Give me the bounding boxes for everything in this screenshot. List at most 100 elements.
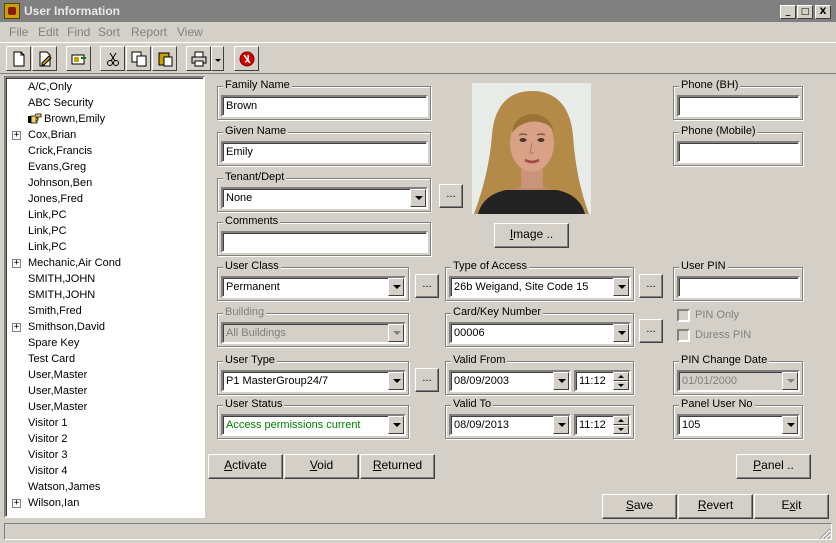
- tree-item[interactable]: Visitor 4: [6, 463, 201, 479]
- title-bar[interactable]: User Information _ □ X: [0, 0, 836, 22]
- tree-item[interactable]: Visitor 2: [6, 431, 201, 447]
- menu-view[interactable]: View: [177, 25, 203, 39]
- tree-item[interactable]: + Smithson,David: [6, 319, 201, 335]
- user-photo: [472, 83, 591, 214]
- returned-button[interactable]: Returned: [360, 454, 435, 479]
- tree-item[interactable]: User,Master: [6, 367, 201, 383]
- tree-item[interactable]: Link,PC: [6, 239, 201, 255]
- valid-to-date-dropdown-arrow[interactable]: [553, 416, 569, 434]
- print-button[interactable]: [186, 46, 211, 71]
- expand-icon[interactable]: +: [12, 499, 21, 508]
- tree-item[interactable]: Jones,Fred: [6, 191, 201, 207]
- card-button[interactable]: [66, 46, 91, 71]
- tree-item[interactable]: Crick,Francis: [6, 143, 201, 159]
- tree-item[interactable]: + Mechanic,Air Cond: [6, 255, 201, 271]
- user-class-browse-button[interactable]: ...: [415, 274, 439, 298]
- tree-item[interactable]: Visitor 1: [6, 415, 201, 431]
- stop-button[interactable]: [234, 46, 259, 71]
- valid-from-date-dropdown-arrow[interactable]: [553, 372, 569, 390]
- given-name-input[interactable]: Emily: [221, 141, 428, 163]
- pin-only-checkbox[interactable]: PIN Only: [677, 309, 777, 323]
- tree-item[interactable]: User,Master: [6, 383, 201, 399]
- tree-item[interactable]: Evans,Greg: [6, 159, 201, 175]
- panel-user-no-dropdown-arrow[interactable]: [782, 416, 798, 434]
- type-of-access-dropdown-arrow[interactable]: [613, 278, 629, 296]
- void-button[interactable]: Void: [284, 454, 359, 479]
- menu-edit[interactable]: Edit: [38, 25, 59, 39]
- pin-only-label: PIN Only: [695, 309, 740, 321]
- tree-item[interactable]: Brown,Emily: [6, 111, 201, 127]
- card-key-browse-button[interactable]: ...: [639, 319, 663, 343]
- menu-report[interactable]: Report: [131, 25, 167, 39]
- user-class-select[interactable]: Permanent: [221, 276, 406, 298]
- close-button[interactable]: X: [815, 5, 831, 19]
- comments-input[interactable]: [221, 231, 428, 253]
- activate-button[interactable]: Activate: [208, 454, 283, 479]
- tree-item[interactable]: Test Card: [6, 351, 201, 367]
- valid-to-time-spinner[interactable]: [613, 416, 629, 434]
- tree-item[interactable]: User,Master: [6, 399, 201, 415]
- user-status-select[interactable]: Access permissions current: [221, 414, 406, 436]
- user-type-dropdown-arrow[interactable]: [388, 372, 404, 390]
- user-type-browse-button[interactable]: ...: [415, 368, 439, 392]
- copy-button[interactable]: [126, 46, 151, 71]
- exit-button[interactable]: Exit: [754, 494, 829, 519]
- pin-only-box[interactable]: [677, 309, 690, 322]
- paste-button[interactable]: [152, 46, 177, 71]
- user-type-select[interactable]: P1 MasterGroup24/7: [221, 370, 406, 392]
- valid-to-time-input[interactable]: 11:12: [574, 414, 631, 436]
- expand-icon[interactable]: +: [12, 323, 21, 332]
- edit-button[interactable]: [32, 46, 57, 71]
- tree-item[interactable]: SMITH,JOHN: [6, 271, 201, 287]
- save-button[interactable]: Save: [602, 494, 677, 519]
- tree-item[interactable]: Johnson,Ben: [6, 175, 201, 191]
- phone-mobile-input[interactable]: [677, 141, 800, 163]
- duress-pin-box[interactable]: [677, 329, 690, 342]
- new-button[interactable]: [6, 46, 31, 71]
- tenant-dept-browse-button[interactable]: ...: [439, 184, 463, 208]
- family-name-input[interactable]: Brown: [221, 95, 428, 117]
- tree-item[interactable]: Link,PC: [6, 207, 201, 223]
- phone-bh-input[interactable]: [677, 95, 800, 117]
- panel-user-no-select[interactable]: 105: [677, 414, 800, 436]
- card-key-dropdown-arrow[interactable]: [613, 324, 629, 342]
- tree-item[interactable]: ABC Security: [6, 95, 201, 111]
- tree-item[interactable]: Link,PC: [6, 223, 201, 239]
- tree-item[interactable]: + Cox,Brian: [6, 127, 201, 143]
- user-status-dropdown-arrow[interactable]: [388, 416, 404, 434]
- resize-grip-icon[interactable]: [817, 526, 831, 540]
- image-button[interactable]: Image ..: [494, 223, 569, 248]
- tree-item[interactable]: Watson,James: [6, 479, 201, 495]
- tree-item[interactable]: Visitor 3: [6, 447, 201, 463]
- cut-button[interactable]: [100, 46, 125, 71]
- user-class-dropdown-arrow[interactable]: [388, 278, 404, 296]
- tree-item[interactable]: Smith,Fred: [6, 303, 201, 319]
- tree-item[interactable]: + Wilson,Ian: [6, 495, 201, 511]
- tree-item[interactable]: Spare Key: [6, 335, 201, 351]
- expand-icon[interactable]: +: [12, 259, 21, 268]
- tenant-dept-dropdown-arrow[interactable]: [410, 189, 426, 207]
- tree-item[interactable]: SMITH,JOHN: [6, 287, 201, 303]
- print-dropdown-button[interactable]: [211, 46, 224, 71]
- type-of-access-browse-button[interactable]: ...: [639, 274, 663, 298]
- user-tree[interactable]: A/C,Only ABC Security Brown,Emily + Cox,Bria…: [4, 76, 205, 518]
- valid-from-time-input[interactable]: 11:12: [574, 370, 631, 392]
- valid-from-date-select[interactable]: 08/09/2003: [449, 370, 571, 392]
- menu-sort[interactable]: Sort: [98, 25, 120, 39]
- valid-from-time-spinner[interactable]: [613, 372, 629, 390]
- user-pin-input[interactable]: [677, 276, 800, 298]
- type-of-access-select[interactable]: 26b Weigand, Site Code 15: [449, 276, 631, 298]
- menu-find[interactable]: Find: [67, 25, 90, 39]
- menu-file[interactable]: File: [9, 25, 28, 39]
- tree-item[interactable]: A/C,Only: [6, 79, 201, 95]
- valid-to-date-select[interactable]: 08/09/2013: [449, 414, 571, 436]
- duress-pin-checkbox[interactable]: Duress PIN: [677, 329, 777, 343]
- revert-button[interactable]: Revert: [678, 494, 753, 519]
- maximize-button[interactable]: □: [797, 5, 813, 19]
- expand-icon[interactable]: +: [12, 131, 21, 140]
- minimize-button[interactable]: _: [780, 5, 796, 19]
- tenant-dept-select[interactable]: None: [221, 187, 428, 209]
- tree-item-label: Wilson,Ian: [28, 497, 80, 509]
- card-key-select[interactable]: 00006: [449, 322, 631, 344]
- panel-button[interactable]: Panel ..: [736, 454, 811, 479]
